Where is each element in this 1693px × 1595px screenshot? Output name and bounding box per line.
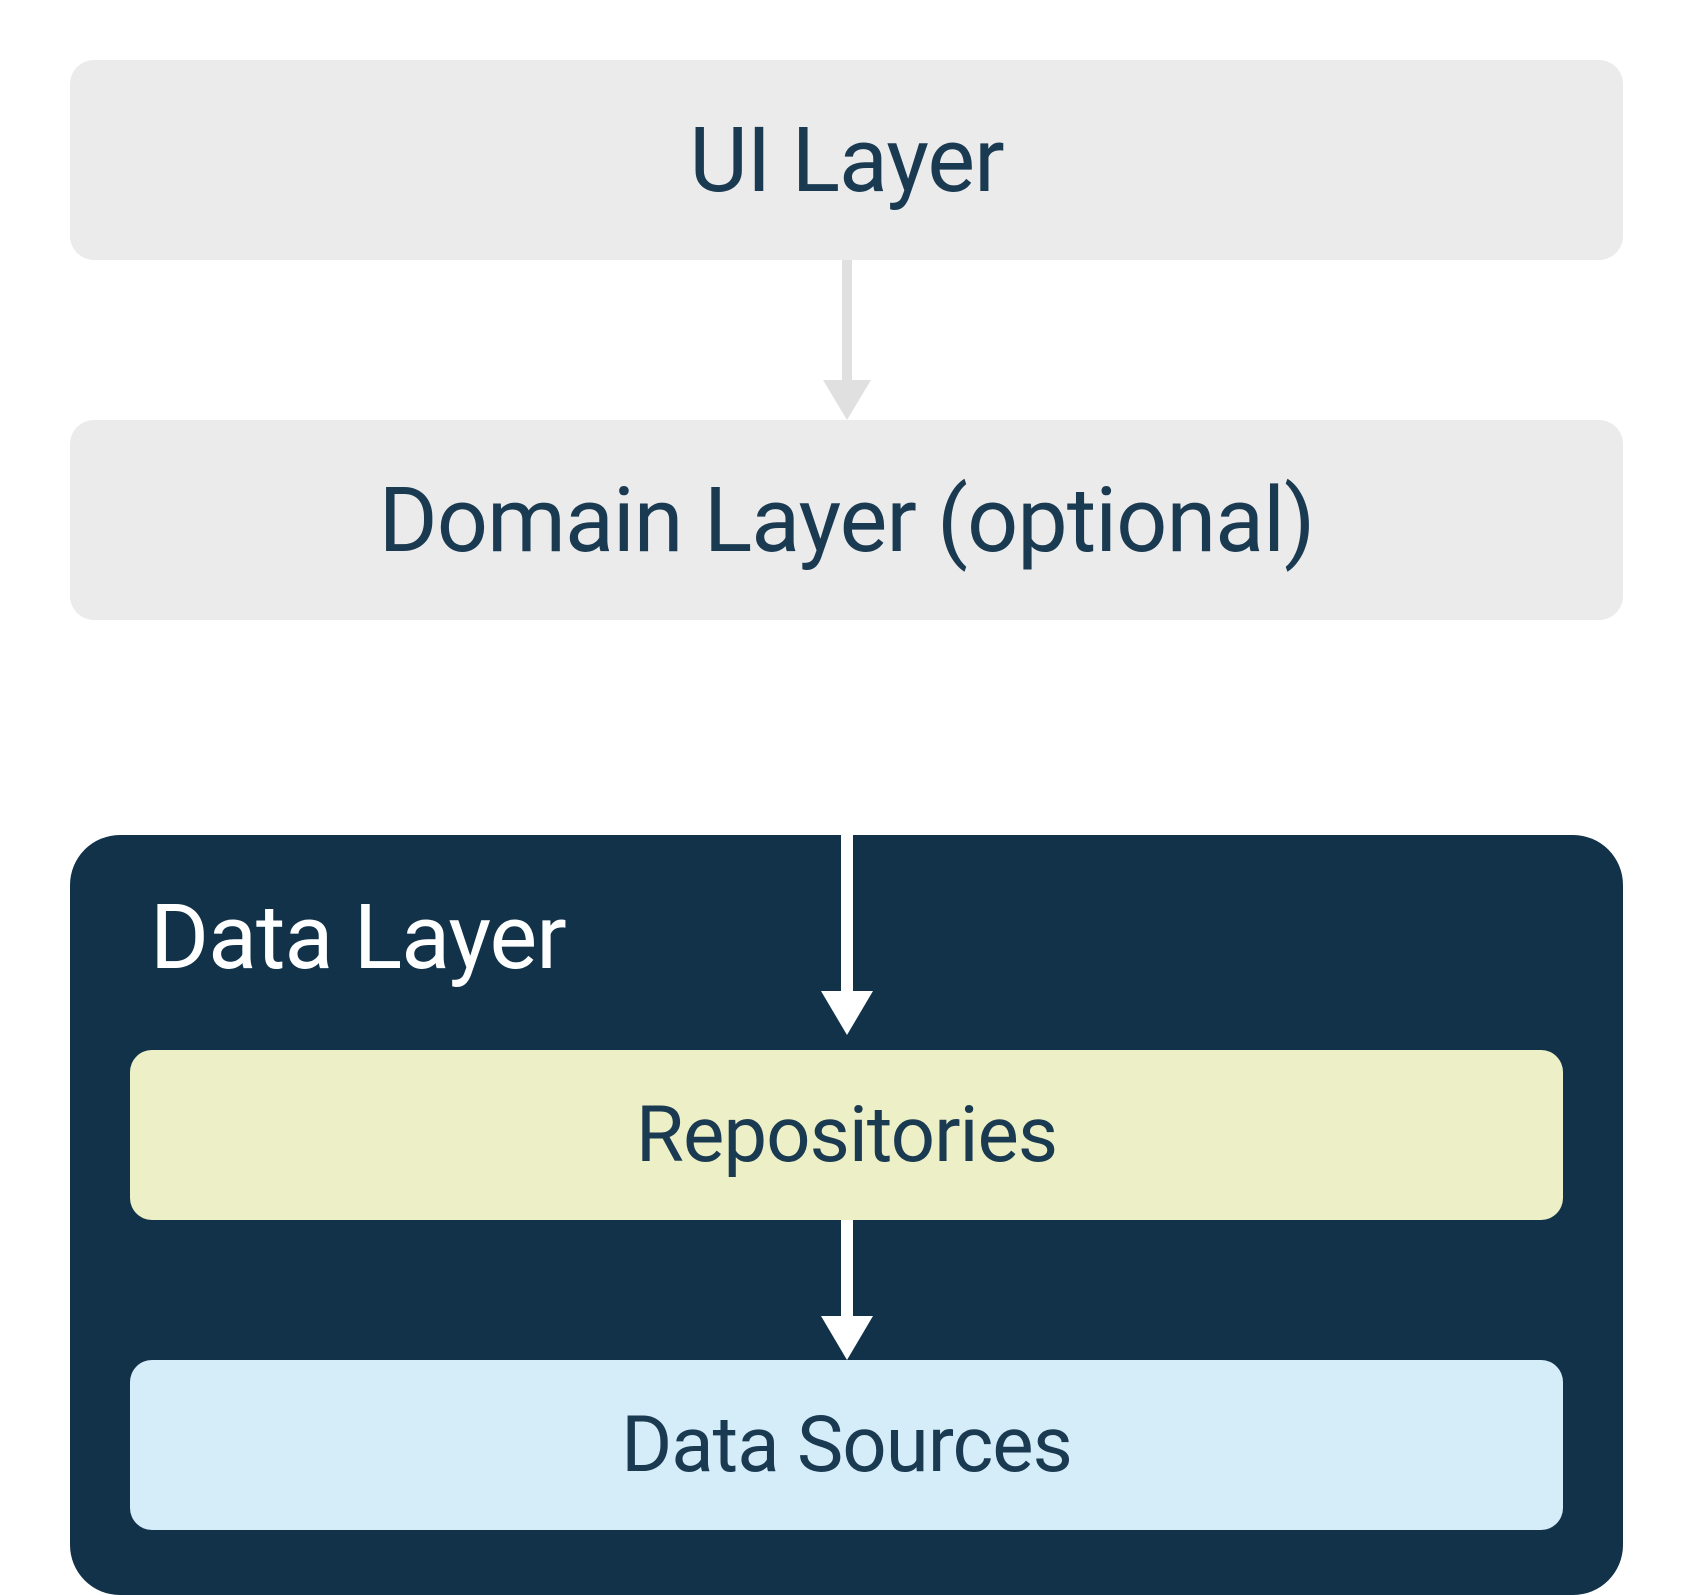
arrow-down-icon bbox=[827, 1220, 867, 1360]
data-sources-box: Data Sources bbox=[130, 1360, 1563, 1530]
arrow-down-icon bbox=[827, 260, 867, 420]
domain-layer-label: Domain Layer (optional) bbox=[379, 468, 1315, 573]
arrow-down-icon bbox=[823, 620, 871, 1035]
architecture-diagram: UI Layer Domain Layer (optional) Data La… bbox=[70, 60, 1623, 1451]
arrow-ui-to-domain bbox=[70, 260, 1623, 420]
repositories-box: Repositories bbox=[130, 1050, 1563, 1220]
domain-layer-box: Domain Layer (optional) bbox=[70, 420, 1623, 620]
ui-layer-label: UI Layer bbox=[689, 108, 1003, 213]
arrow-repo-to-sources bbox=[130, 1220, 1563, 1360]
data-sources-label: Data Sources bbox=[621, 1400, 1072, 1491]
repositories-label: Repositories bbox=[636, 1090, 1057, 1181]
arrow-domain-to-data: Data Layer Repositories Data Sources bbox=[70, 620, 1623, 1035]
ui-layer-box: UI Layer bbox=[70, 60, 1623, 260]
